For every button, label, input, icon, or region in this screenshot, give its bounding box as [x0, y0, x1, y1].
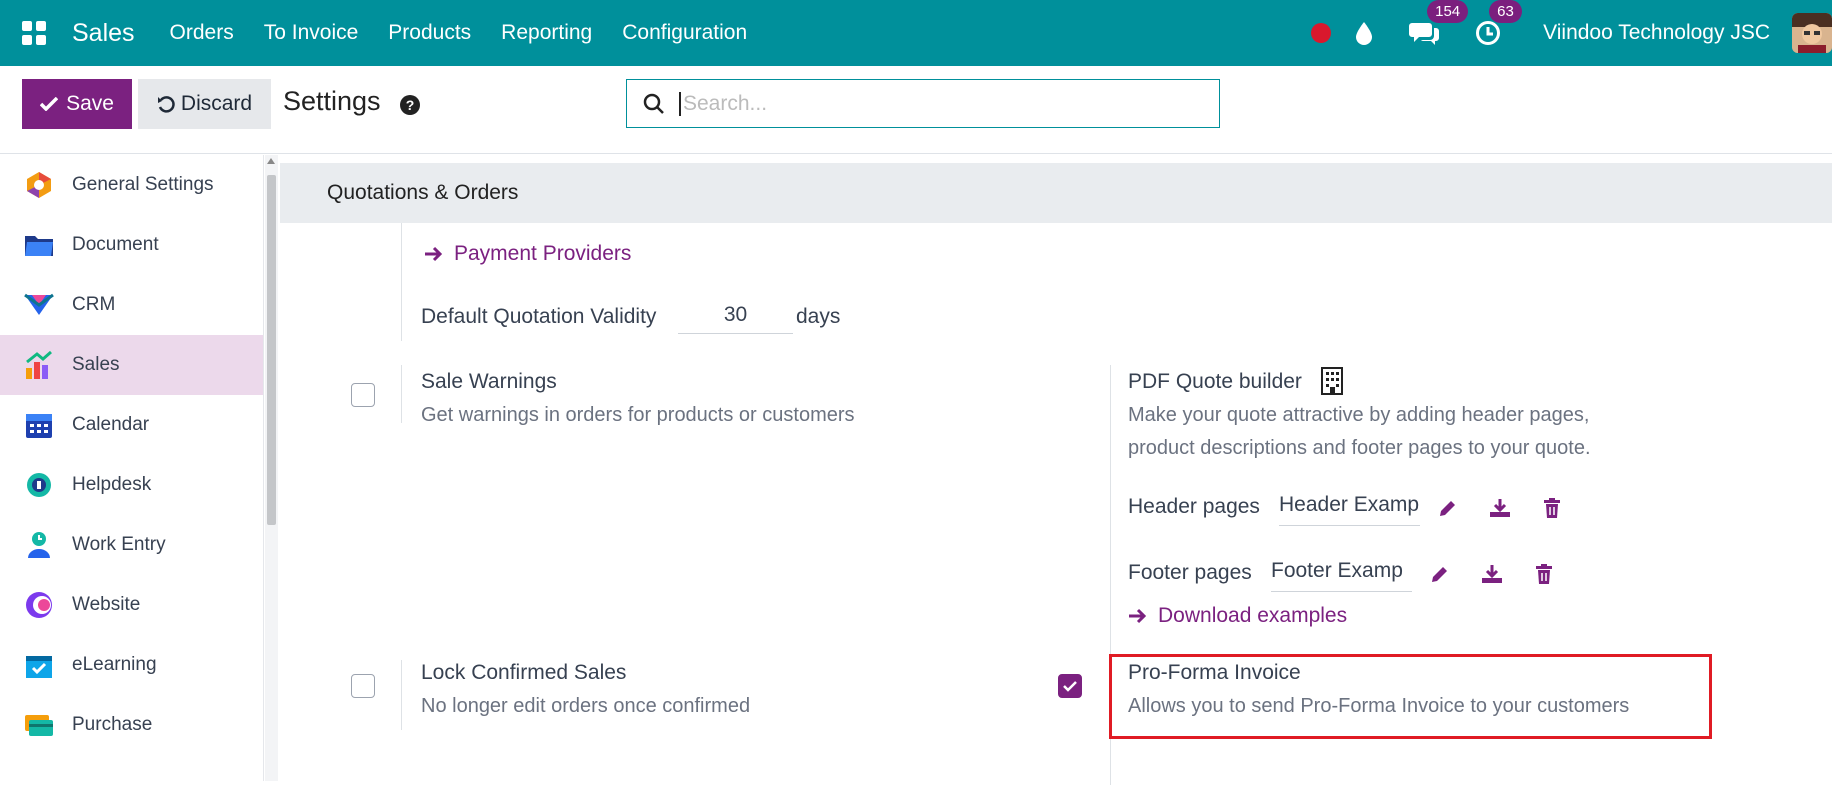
pdf-quote-title: PDF Quote builder	[1128, 370, 1302, 393]
settings-hexagon-icon	[24, 170, 54, 200]
payment-providers-label: Payment Providers	[454, 242, 632, 265]
download-examples-link[interactable]: Download examples	[1128, 604, 1347, 628]
pro-forma-checkbox[interactable]	[1058, 674, 1082, 698]
messages-badge: 154	[1427, 0, 1469, 23]
sidebar-item-helpdesk[interactable]: Helpdesk	[0, 455, 263, 515]
menu-reporting[interactable]: Reporting	[486, 21, 607, 45]
person-clock-icon	[24, 530, 54, 560]
activities-badge: 63	[1489, 0, 1522, 23]
calendar-icon	[24, 410, 54, 440]
check-icon	[1063, 680, 1077, 692]
sidebar-item-label: General Settings	[72, 174, 214, 195]
footer-pages-field[interactable]: Footer Examp	[1271, 559, 1412, 592]
sidebar-item-general-settings[interactable]: General Settings	[0, 155, 263, 215]
separator	[401, 365, 402, 423]
sidebar-item-document[interactable]: Document	[0, 215, 263, 275]
help-icon[interactable]: ?	[400, 95, 420, 115]
credit-card-icon	[24, 710, 54, 740]
folder-icon	[24, 230, 54, 260]
record-icon[interactable]	[1311, 23, 1332, 43]
sidebar-item-label: Work Entry	[72, 534, 166, 555]
validity-label: Default Quotation Validity	[421, 305, 657, 328]
pdf-quote-desc-line2: product descriptions and footer pages to…	[1128, 437, 1591, 459]
apps-grid-icon[interactable]	[22, 21, 46, 45]
user-avatar[interactable]	[1792, 13, 1832, 53]
search-box	[626, 79, 1220, 128]
footer-delete-trash-icon[interactable]	[1532, 562, 1556, 586]
search-icon	[643, 93, 664, 114]
arrow-right-icon	[1129, 608, 1147, 624]
lock-confirmed-title: Lock Confirmed Sales	[421, 661, 627, 684]
sidebar-item-website[interactable]: Website	[0, 575, 263, 635]
drop-icon[interactable]	[1355, 21, 1373, 45]
scroll-thumb[interactable]	[267, 175, 276, 525]
payment-providers-link[interactable]: Payment Providers	[424, 242, 631, 266]
menu-to-invoice[interactable]: To Invoice	[249, 21, 374, 45]
discard-button[interactable]: Discard	[138, 79, 271, 129]
lock-confirmed-desc: No longer edit orders once confirmed	[421, 695, 751, 717]
menu-orders[interactable]: Orders	[155, 21, 249, 45]
sidebar-scrollbar[interactable]	[265, 155, 278, 781]
page-title: Settings	[283, 86, 381, 116]
sidebar-item-crm[interactable]: CRM	[0, 275, 263, 335]
menu-configuration[interactable]: Configuration	[607, 21, 762, 45]
lock-confirmed-checkbox[interactable]	[351, 674, 375, 698]
top-navbar: Sales Orders To Invoice Products Reporti…	[0, 0, 1832, 66]
arrow-right-icon	[425, 246, 443, 262]
activities-clock-icon[interactable]: 63	[1475, 0, 1522, 46]
settings-main: Quotations & Orders Payment Providers De…	[278, 155, 1832, 785]
pdf-quote-desc-line1: Make your quote attractive by adding hea…	[1128, 404, 1590, 426]
validity-unit: days	[796, 305, 841, 328]
sidebar-item-label: Calendar	[72, 414, 150, 435]
headset-icon	[24, 470, 54, 500]
search-input[interactable]	[679, 91, 1199, 116]
scroll-up-arrow-icon[interactable]	[267, 158, 275, 164]
footer-edit-pencil-icon[interactable]	[1428, 562, 1452, 586]
sidebar-item-label: Purchase	[72, 714, 153, 735]
header-edit-pencil-icon[interactable]	[1436, 496, 1460, 520]
sidebar-item-label: Website	[72, 594, 141, 615]
control-panel: Save Discard Settings ?	[0, 66, 1832, 154]
elearning-icon	[24, 650, 54, 680]
company-switcher[interactable]: Viindoo Technology JSC	[1543, 21, 1770, 45]
building-icon	[1320, 366, 1344, 401]
sidebar-item-label: Document	[72, 234, 159, 255]
website-icon	[24, 590, 54, 620]
sale-warnings-desc: Get warnings in orders for products or c…	[421, 404, 855, 426]
sidebar-item-label: Helpdesk	[72, 474, 152, 495]
download-examples-label: Download examples	[1158, 604, 1348, 627]
save-button[interactable]: Save	[22, 79, 132, 129]
sidebar-item-label: Sales	[72, 354, 120, 375]
sidebar-item-purchase[interactable]: Purchase	[0, 695, 263, 755]
crm-icon	[24, 290, 54, 320]
check-icon	[40, 97, 59, 111]
highlight-box	[1109, 654, 1712, 739]
undo-icon	[157, 96, 175, 113]
sales-chart-icon	[24, 350, 54, 380]
sidebar-item-elearning[interactable]: eLearning	[0, 635, 263, 695]
sidebar-item-work-entry[interactable]: Work Entry	[0, 515, 263, 575]
header-pages-label: Header pages	[1128, 495, 1260, 518]
footer-pages-label: Footer pages	[1128, 561, 1252, 584]
header-download-icon[interactable]	[1488, 496, 1512, 520]
menu-products[interactable]: Products	[373, 21, 486, 45]
messages-icon[interactable]: 154	[1409, 0, 1469, 46]
validity-input[interactable]: 30	[678, 303, 793, 334]
header-delete-trash-icon[interactable]	[1540, 496, 1564, 520]
sale-warnings-title: Sale Warnings	[421, 370, 557, 393]
separator	[401, 223, 402, 341]
sidebar-item-calendar[interactable]: Calendar	[0, 395, 263, 455]
sidebar-item-label: CRM	[72, 294, 116, 315]
save-label: Save	[66, 92, 114, 115]
footer-download-icon[interactable]	[1480, 562, 1504, 586]
app-name[interactable]: Sales	[72, 19, 135, 48]
header-pages-field[interactable]: Header Examp	[1279, 493, 1420, 526]
settings-sidebar: General Settings Document CRM Sales Cale…	[0, 155, 264, 781]
sidebar-item-label: eLearning	[72, 654, 157, 675]
sidebar-item-sales[interactable]: Sales	[0, 335, 263, 395]
sale-warnings-checkbox[interactable]	[351, 383, 375, 407]
section-title: Quotations & Orders	[280, 163, 1832, 223]
discard-label: Discard	[180, 92, 253, 115]
separator	[401, 660, 402, 730]
